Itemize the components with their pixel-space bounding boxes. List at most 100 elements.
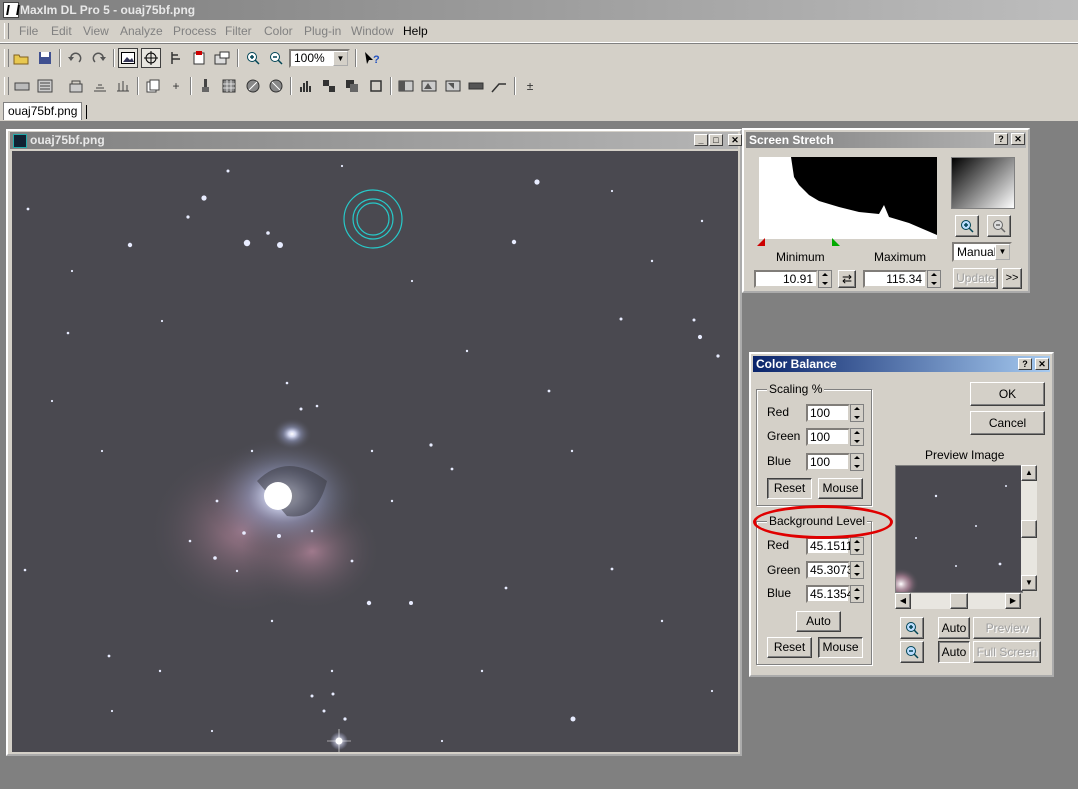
preview-image[interactable] [895,465,1023,593]
zoom-select[interactable]: 100% ▼ [289,49,350,68]
menu-color[interactable]: Color [264,24,293,38]
menu-analyze[interactable]: Analyze [120,24,163,38]
preview-horizontal-scrollbar[interactable]: ◀ ▶ [895,593,1021,609]
bin-icon[interactable] [319,76,339,96]
grid-filter-icon[interactable] [219,76,239,96]
scroll-down-icon[interactable]: ▼ [1021,575,1037,591]
add-constant-icon[interactable]: + [166,76,186,96]
combine-icon[interactable] [113,76,133,96]
background-mouse-button[interactable]: Mouse [818,637,863,658]
full-screen-button[interactable]: Full Screen [973,641,1041,663]
scaling-mouse-button[interactable]: Mouse [818,478,863,499]
mirror-icon[interactable] [419,76,439,96]
open-icon[interactable] [11,48,31,68]
background-blue-spinner[interactable] [850,585,864,603]
zoom-out-icon[interactable] [987,215,1011,237]
swap-icon[interactable]: ⇄ [838,270,856,288]
update-button[interactable]: Update [953,268,998,289]
cancel-button[interactable]: Cancel [970,411,1045,435]
close-icon[interactable]: ✕ [1011,133,1025,145]
plot-icon[interactable] [166,48,186,68]
background-auto-button[interactable]: Auto [796,611,841,632]
rotate-icon[interactable] [443,76,463,96]
scaling-reset-button[interactable]: Reset [767,478,812,499]
menu-help[interactable]: Help [403,24,428,38]
undo-icon[interactable] [65,48,85,68]
preview-auto-button[interactable]: Auto [938,617,970,639]
menu-edit[interactable]: Edit [51,24,72,38]
scaling-green-input[interactable]: 100 [806,428,850,446]
circle-filter-icon[interactable] [243,76,263,96]
background-reset-button[interactable]: Reset [767,637,812,658]
background-green-spinner[interactable] [850,561,864,579]
preview-vertical-scrollbar[interactable]: ▲ ▼ [1021,465,1037,591]
vertical-scroll-thumb[interactable] [1021,520,1037,538]
menu-window[interactable]: Window [351,24,394,38]
scroll-right-icon[interactable]: ▶ [1005,593,1021,609]
menu-grip[interactable] [4,23,9,39]
zoom-in-icon[interactable] [955,215,979,237]
scaling-blue-input[interactable]: 100 [806,453,850,471]
minimize-icon[interactable]: _ [694,134,708,146]
flip-icon[interactable] [396,76,416,96]
zoom-out-icon[interactable] [266,48,286,68]
background-red-spinner[interactable] [850,537,864,555]
fullscreen-auto-button[interactable]: Auto [938,641,970,663]
context-help-icon[interactable]: ? [362,48,382,68]
set-calibration-icon[interactable] [35,76,55,96]
astro-image[interactable] [12,151,738,752]
crop-icon[interactable] [366,76,386,96]
draw-line-icon[interactable] [489,76,509,96]
max-marker-icon[interactable] [832,238,842,246]
brush-icon[interactable] [196,76,216,96]
minimum-spinner[interactable] [818,270,832,288]
background-red-input[interactable]: 45.1511 [806,537,853,555]
ok-button[interactable]: OK [970,382,1045,406]
image-window-icon[interactable] [118,48,138,68]
redo-icon[interactable] [89,48,109,68]
tab-ouaj75bf[interactable]: ouaj75bf.png [3,102,88,120]
horizontal-scroll-thumb[interactable] [950,593,968,609]
preview-zoom-in-icon[interactable] [900,617,924,639]
scaling-green-spinner[interactable] [850,428,864,446]
chevron-down-icon[interactable]: ▼ [333,51,348,66]
maximum-input[interactable]: 115.34 [863,270,927,288]
toolbar-grip[interactable] [4,49,9,67]
properties-icon[interactable] [212,48,232,68]
menu-file[interactable]: File [19,24,38,38]
calibrate-icon[interactable] [12,76,32,96]
clipboard-icon[interactable] [189,48,209,68]
histogram-display[interactable] [759,157,937,239]
plus-minus-icon[interactable]: ± [520,76,540,96]
help-icon[interactable]: ? [1018,358,1032,370]
histogram-icon[interactable] [296,76,316,96]
expand-button[interactable]: >> [1002,268,1022,289]
scaling-red-input[interactable]: 100 [806,404,850,422]
scroll-left-icon[interactable]: ◀ [895,593,911,609]
background-blue-input[interactable]: 45.1354 [806,585,853,603]
save-icon[interactable] [35,48,55,68]
menu-plugin[interactable]: Plug-in [304,24,341,38]
deconvolve-icon[interactable] [266,76,286,96]
background-green-input[interactable]: 45.3073 [806,561,853,579]
close-icon[interactable]: ✕ [728,134,742,146]
close-icon[interactable]: ✕ [1035,358,1049,370]
preview-button[interactable]: Preview [973,617,1041,639]
menu-filter[interactable]: Filter [225,24,252,38]
menu-view[interactable]: View [83,24,109,38]
preview-zoom-out-icon[interactable] [900,641,924,663]
scaling-red-spinner[interactable] [850,404,864,422]
menu-process[interactable]: Process [173,24,216,38]
scaling-blue-spinner[interactable] [850,453,864,471]
line-profile-icon[interactable] [466,76,486,96]
minimum-input[interactable]: 10.91 [754,270,818,288]
align-icon[interactable] [90,76,110,96]
stack-icon[interactable] [66,76,86,96]
duplicate-icon[interactable] [143,76,163,96]
crosshair-icon[interactable] [141,48,161,68]
chevron-down-icon[interactable]: ▼ [995,244,1010,260]
stretch-mode-select[interactable]: Manual ▼ [952,242,1012,262]
scroll-up-icon[interactable]: ▲ [1021,465,1037,481]
resample-icon[interactable] [342,76,362,96]
color-balance-caption[interactable]: Color Balance ? ✕ [753,356,1050,372]
